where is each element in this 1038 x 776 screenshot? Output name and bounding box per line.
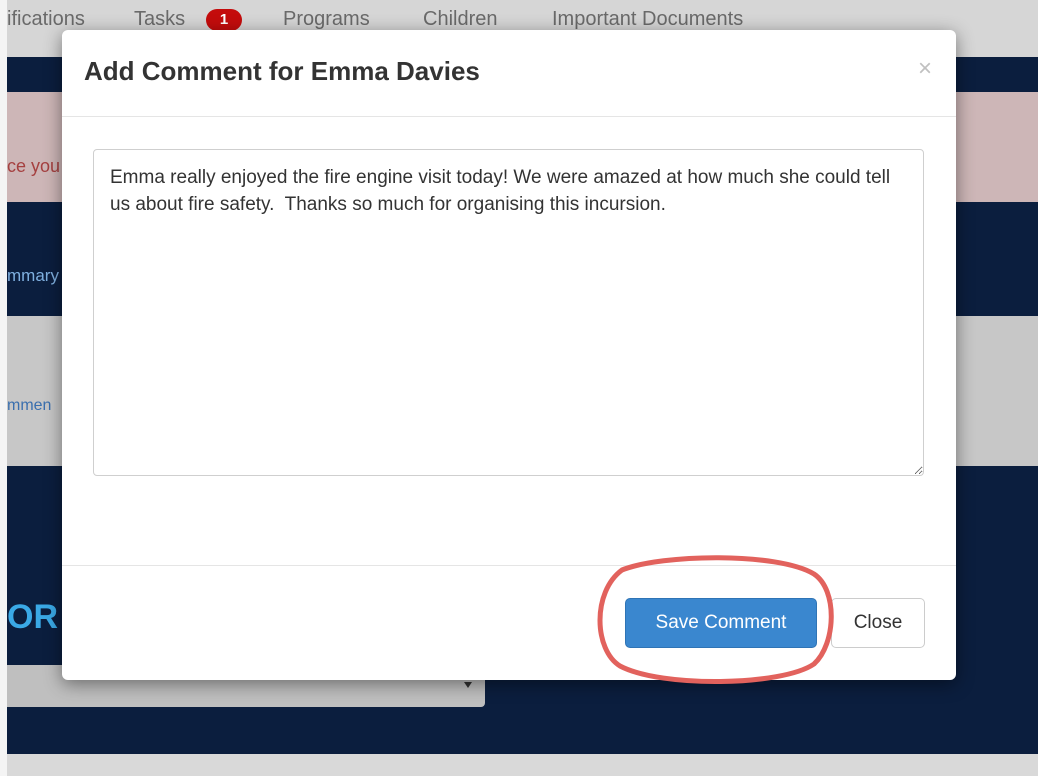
- select-caret-icon: [464, 682, 472, 688]
- nav-important-documents[interactable]: Important Documents: [552, 8, 743, 31]
- comments-link-fragment[interactable]: mmen: [7, 397, 51, 415]
- modal-header: Add Comment for Emma Davies ×: [62, 30, 956, 117]
- nav-notifications[interactable]: ifications: [7, 8, 85, 31]
- modal-title: Add Comment for Emma Davies: [84, 56, 480, 86]
- footer-strip: [7, 754, 1038, 776]
- tasks-count-badge: 1: [206, 9, 242, 31]
- comment-textarea[interactable]: Emma really enjoyed the fire engine visi…: [93, 149, 924, 476]
- highlight-circle-annotation: [597, 555, 834, 685]
- summary-link-fragment[interactable]: mmary (: [7, 266, 69, 286]
- close-icon[interactable]: ×: [910, 54, 940, 84]
- alert-text-fragment: ce you: [7, 156, 61, 176]
- page-edge: [0, 0, 7, 776]
- close-button[interactable]: Close: [831, 598, 925, 648]
- nav-programs[interactable]: Programs: [283, 8, 370, 31]
- nav-tasks[interactable]: Tasks: [134, 8, 185, 31]
- nav-children[interactable]: Children: [423, 8, 497, 31]
- section-heading-fragment: OR: [7, 598, 58, 636]
